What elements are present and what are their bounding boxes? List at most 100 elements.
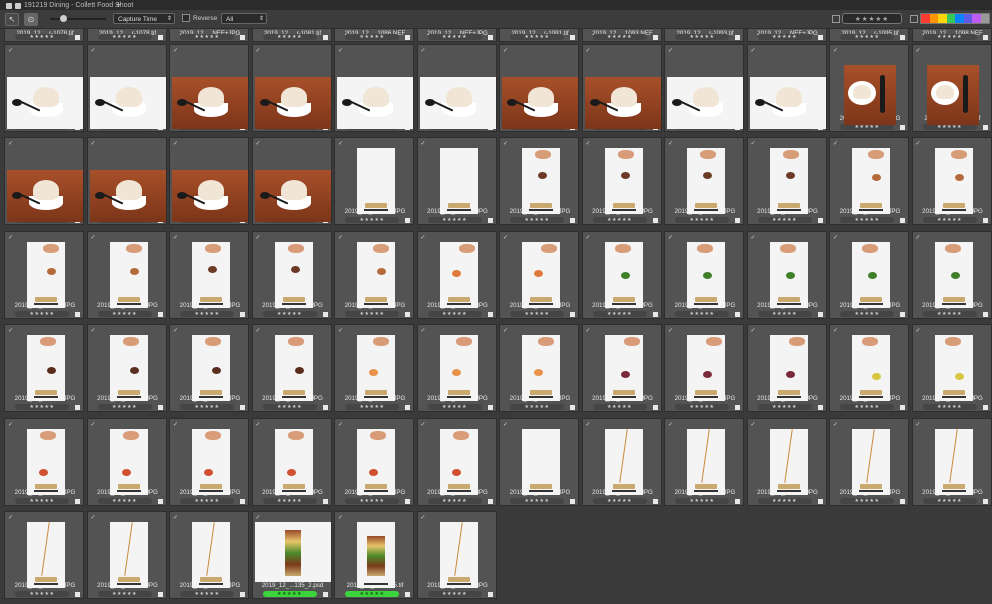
select-checkbox[interactable]	[652, 405, 658, 411]
select-checkbox[interactable]	[817, 498, 823, 504]
star-rating[interactable]: ★★★★★	[922, 34, 977, 40]
thumbnail-cell[interactable]: 2019_12_...r-1095.tif★★★★★	[829, 28, 909, 42]
photo-thumbnail[interactable]	[439, 522, 478, 588]
select-checkbox[interactable]	[157, 592, 163, 597]
thumbnail-cell[interactable]: 2019_12_...1098.NEF★★★★★	[911, 28, 992, 42]
photo-thumbnail[interactable]	[439, 335, 478, 402]
star-rating[interactable]: ★★★★★	[922, 310, 977, 317]
select-checkbox[interactable]	[322, 498, 328, 504]
star-rating[interactable]: ★★★★★	[427, 591, 482, 597]
star-rating[interactable]: ★★★★★	[345, 591, 399, 597]
select-checkbox[interactable]	[487, 35, 493, 40]
photo-thumbnail[interactable]	[502, 77, 578, 129]
thumbnail-cell[interactable]: ✓2019_12_...NEF+JPG★★★★★	[664, 230, 744, 319]
color-label-swatch[interactable]	[938, 14, 947, 23]
thumbnail-cell[interactable]: ✓2019_12_...r-1118.tif★★★★★	[86, 137, 167, 226]
thumbnail-cell[interactable]: ✓2019_12_...NEF+JPG★★★★★	[169, 230, 249, 319]
photo-thumbnail[interactable]	[852, 241, 890, 308]
select-checkbox[interactable]	[982, 218, 988, 224]
photo-thumbnail[interactable]	[357, 148, 395, 215]
select-checkbox[interactable]	[982, 311, 988, 317]
select-checkbox[interactable]	[817, 218, 823, 224]
select-checkbox[interactable]	[652, 35, 658, 40]
thumbnail-cell[interactable]: ✓2019_12_...NEF+JPG★★★★★	[829, 137, 909, 226]
star-rating[interactable]: ★★★★★	[840, 404, 894, 411]
thumbnail-cell[interactable]: ✓2019_12_...r-1122.tif★★★★★	[251, 137, 332, 226]
select-checkbox[interactable]	[405, 498, 410, 504]
thumbnail-cell[interactable]: ✓2019_12_...NEF+JPG★★★★★	[829, 230, 909, 319]
select-checkbox[interactable]	[570, 311, 575, 317]
photo-thumbnail[interactable]	[934, 148, 973, 215]
select-checkbox[interactable]	[900, 125, 905, 130]
star-rating[interactable]: ★★★★★	[180, 310, 234, 317]
thumbnail-cell[interactable]: 2019_12_...r-1091.tif★★★★★	[499, 28, 579, 42]
thumbnail-cell[interactable]: ✓2019_12_...NEF+JPG★★★★★	[86, 230, 167, 319]
photo-thumbnail[interactable]	[604, 148, 643, 215]
photo-thumbnail[interactable]	[254, 77, 331, 129]
thumbnail-cell[interactable]: ✓2019_12_...r-1115.tif★★★★★	[911, 44, 992, 132]
star-rating[interactable]: ★★★★★	[922, 497, 977, 504]
star-rating[interactable]: ★★★★★	[180, 404, 234, 411]
photo-thumbnail[interactable]	[357, 522, 395, 588]
select-checkbox[interactable]	[405, 311, 410, 317]
thumbnail-cell[interactable]: ✓2019_12_...NEF+JPG★★★★★	[86, 511, 167, 599]
photo-thumbnail[interactable]	[109, 335, 148, 402]
thumbnail-cell[interactable]: ✓2019_12_...NEF+JPG★★★★★	[416, 511, 497, 599]
select-checkbox[interactable]	[75, 311, 80, 317]
star-rating[interactable]: ★★★★★	[427, 310, 482, 317]
select-checkbox[interactable]	[240, 405, 245, 411]
select-checkbox[interactable]	[487, 405, 493, 411]
star-rating[interactable]: ★★★★★	[757, 497, 812, 504]
select-checkbox[interactable]	[735, 311, 740, 317]
thumbnail-cell[interactable]: ✓2019_12_...NEF+JPG★★★★★	[746, 137, 827, 226]
color-label-swatch[interactable]	[963, 14, 972, 23]
select-checkbox[interactable]	[157, 498, 163, 504]
star-rating[interactable]: ★★★★★	[427, 404, 482, 411]
thumbnail-cell[interactable]: ✓2019_12_...NEF+JPG★★★★★	[416, 417, 497, 506]
thumbnail-cell[interactable]: ✓2019_12_...NEF+JPG★★★★★	[499, 44, 579, 132]
reverse-checkbox[interactable]	[182, 14, 190, 22]
thumbnail-cell[interactable]: ✓ 2019_12_...135_2.psd ★★★★★	[251, 511, 332, 599]
star-rating[interactable]: ★★★★★	[510, 404, 564, 411]
thumbnail-cell[interactable]: 2019_12_...r-1078.tif★★★★★	[4, 28, 84, 42]
thumbnail-cell[interactable]: ✓2019_12_...NEF+JPG★★★★★	[169, 511, 249, 599]
star-rating[interactable]: ★★★★★	[592, 310, 647, 317]
thumbnail-cell[interactable]: ✓2019_12_...r-1104.tif★★★★★	[251, 44, 332, 132]
thumbnail-cell[interactable]: 2019_12_...NEF+JPG★★★★★	[746, 28, 827, 42]
photo-thumbnail[interactable]	[522, 428, 560, 495]
thumbnail-cell[interactable]: ✓2019_12_...NEF+JPG★★★★★	[499, 137, 579, 226]
new-tab-button[interactable]: +	[116, 0, 121, 10]
color-label-swatch[interactable]	[980, 14, 989, 23]
photo-thumbnail[interactable]	[109, 241, 148, 308]
thumbnail-cell[interactable]: ✓2019_12_...NEF+JPG★★★★★	[581, 137, 662, 226]
star-rating[interactable]: ★★★★★	[757, 217, 812, 224]
select-checkbox[interactable]	[240, 498, 245, 504]
photo-thumbnail[interactable]	[357, 335, 395, 402]
photo-thumbnail[interactable]	[27, 428, 65, 495]
photo-thumbnail[interactable]	[109, 428, 148, 495]
select-checkbox[interactable]	[322, 311, 328, 317]
thumbnail-cell[interactable]: ✓2019_12_...NEF+JPG★★★★★	[334, 417, 414, 506]
star-rating-filter[interactable]: ★★★★★	[842, 13, 902, 24]
select-checkbox[interactable]	[405, 592, 410, 597]
thumbnail-cell[interactable]: ✓2019_12_...NEF+JPG★★★★★	[911, 230, 992, 319]
select-tool-button[interactable]: ↖	[5, 13, 19, 26]
select-checkbox[interactable]	[240, 592, 245, 597]
select-checkbox[interactable]	[982, 35, 988, 40]
select-checkbox[interactable]	[900, 498, 905, 504]
star-rating[interactable]: ★★★★★	[15, 34, 69, 40]
select-checkbox[interactable]	[322, 592, 328, 597]
select-checkbox[interactable]	[405, 218, 410, 224]
thumbnail-cell[interactable]: ✓2019_12_...NEF+JPG★★★★★	[251, 417, 332, 506]
thumbnail-cell[interactable]: ✓2019_12_...NEF+JPG★★★★★	[664, 137, 744, 226]
star-rating[interactable]: ★★★★★	[840, 217, 894, 224]
photo-thumbnail[interactable]	[439, 148, 478, 215]
thumbnail-cell[interactable]: 2019_12_...1086.NEF★★★★★	[334, 28, 414, 42]
select-checkbox[interactable]	[652, 311, 658, 317]
star-rating[interactable]: ★★★★★	[757, 404, 812, 411]
photo-thumbnail[interactable]	[667, 77, 743, 129]
photo-thumbnail[interactable]	[419, 77, 496, 129]
photo-thumbnail[interactable]	[274, 241, 313, 308]
star-rating[interactable]: ★★★★★	[345, 217, 399, 224]
thumbnail-cell[interactable]: ✓2019_12_...NEF+JPG★★★★★	[911, 324, 992, 413]
